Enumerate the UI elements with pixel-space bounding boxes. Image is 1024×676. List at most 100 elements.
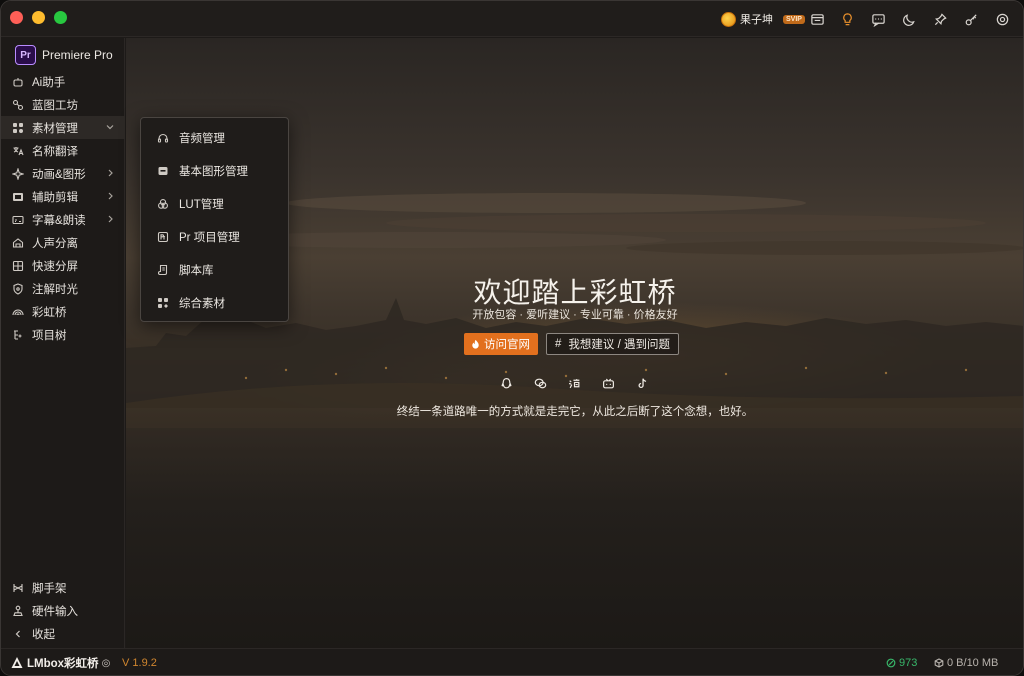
wechat-icon[interactable]	[532, 375, 548, 391]
sidebar-item-label: 字幕&朗读	[32, 214, 86, 227]
sidebar-item-label: Ai助手	[32, 76, 66, 89]
moon-icon[interactable]	[901, 11, 917, 27]
sidebar-item-hardware-input[interactable]: 硬件输入	[1, 599, 125, 622]
sparkle-icon	[12, 167, 24, 180]
brand-name: LMbox彩虹桥	[27, 658, 99, 670]
qq-icon[interactable]	[498, 375, 514, 391]
chevron-down-icon	[105, 121, 115, 133]
rainbow-bridge-logo-icon	[10, 656, 24, 670]
sidebar-item-ai-assistant[interactable]: Ai助手	[1, 70, 125, 93]
sidebar-item-rainbow-bridge[interactable]: 彩虹桥	[1, 300, 125, 323]
key-icon[interactable]	[963, 11, 979, 27]
submenu-item-basic-graphics[interactable]: 基本图形管理	[141, 154, 288, 187]
sidebar-item-name-translate[interactable]: 名称翻译	[1, 139, 125, 162]
store-icon[interactable]	[809, 11, 825, 27]
mixed-grid-icon	[157, 297, 169, 309]
submenu-item-script-library[interactable]: 脚本库	[141, 253, 288, 286]
graphic-icon	[157, 165, 169, 177]
submenu-item-mixed-assets[interactable]: 综合素材	[141, 286, 288, 319]
user-account[interactable]: 果子坤 SVIP	[721, 11, 805, 27]
visit-website-label: 访问官网	[484, 339, 530, 351]
brand[interactable]: LMbox彩虹桥 ◎	[10, 655, 110, 671]
chevron-right-icon	[105, 167, 115, 179]
water-backdrop	[126, 408, 1023, 648]
tiktok-icon[interactable]	[634, 375, 650, 391]
pr-file-icon	[157, 231, 169, 243]
minimize-window-button[interactable]	[32, 11, 45, 24]
sidebar-item-project-tree[interactable]: 项目树	[1, 323, 125, 346]
headphones-icon	[157, 132, 169, 144]
app-switcher[interactable]: Pr Premiere Pro	[15, 45, 113, 65]
sidebar-item-quick-split[interactable]: 快速分屏	[1, 254, 125, 277]
submenu-item-label: 脚本库	[179, 264, 214, 277]
submenu-item-label: 综合素材	[179, 297, 225, 310]
visit-website-button[interactable]: 访问官网	[464, 333, 538, 355]
lightbulb-icon[interactable]	[839, 11, 855, 27]
bilibili-icon[interactable]	[600, 375, 616, 391]
submenu-item-label: 基本图形管理	[179, 165, 248, 178]
sidebar-item-label: 辅助剪辑	[32, 191, 78, 204]
sidebar-item-label: 彩虹桥	[32, 306, 67, 319]
sidebar-item-label: 脚手架	[32, 582, 67, 595]
hero-actions: 访问官网 # 我想建议 / 遇到问题	[464, 333, 679, 355]
sidebar-item-label: 素材管理	[32, 122, 78, 135]
sidebar-item-asset-management[interactable]: 素材管理	[1, 116, 125, 139]
caption-icon	[12, 214, 24, 226]
app-window: 果子坤 SVIP Pr Premiere Pro Ai助手 蓝图工坊 素材管理 …	[0, 0, 1024, 676]
message-icon[interactable]	[870, 11, 886, 27]
storage-usage-value: 0 B/10 MB	[947, 657, 999, 669]
version-label: V 1.9.2	[122, 657, 157, 669]
sidebar-item-scaffold[interactable]: 脚手架	[1, 576, 125, 599]
online-status-icon	[886, 658, 896, 668]
storage-usage: 0 B/10 MB	[934, 657, 998, 669]
sidebar: Pr Premiere Pro Ai助手 蓝图工坊 素材管理 名称翻译 动画&图…	[1, 38, 125, 648]
submenu-item-pr-projects[interactable]: Pr 项目管理	[141, 220, 288, 253]
user-name: 果子坤	[740, 14, 773, 26]
robot-icon	[12, 76, 24, 88]
chevron-right-icon	[105, 213, 115, 225]
feedback-button[interactable]: # 我想建议 / 遇到问题	[546, 333, 679, 355]
flame-icon	[470, 339, 481, 350]
color-circles-icon	[157, 198, 169, 210]
sidebar-item-animation-graphics[interactable]: 动画&图形	[1, 162, 125, 185]
rainbow-icon	[12, 306, 24, 318]
vip-badge: SVIP	[783, 14, 805, 24]
film-icon	[12, 191, 24, 203]
social-links	[498, 375, 650, 391]
sidebar-item-label: 项目树	[32, 329, 67, 342]
sidebar-item-label: 快速分屏	[32, 260, 78, 273]
sidebar-item-assist-edit[interactable]: 辅助剪辑	[1, 185, 125, 208]
pin-icon[interactable]	[932, 11, 948, 27]
sidebar-collapse-button[interactable]: 收起	[1, 622, 125, 645]
sidebar-nav: Ai助手 蓝图工坊 素材管理 名称翻译 动画&图形 辅助剪辑 字幕&朗读 人声分…	[1, 70, 125, 346]
zoom-window-button[interactable]	[54, 11, 67, 24]
shield-icon	[12, 282, 24, 295]
sidebar-item-label: 硬件输入	[32, 605, 78, 618]
storage-box-icon	[934, 658, 944, 668]
status-bar: LMbox彩虹桥 ◎ V 1.9.2 973 0 B/10 MB	[1, 648, 1023, 675]
title-bar: 果子坤 SVIP	[1, 1, 1023, 37]
app-name: Premiere Pro	[42, 48, 113, 62]
sidebar-item-blueprint[interactable]: 蓝图工坊	[1, 93, 125, 116]
taobao-icon[interactable]	[566, 375, 582, 391]
sidebar-item-label: 人声分离	[32, 237, 78, 250]
close-window-button[interactable]	[10, 11, 23, 24]
submenu-item-audio[interactable]: 音频管理	[141, 121, 288, 154]
avatar	[721, 11, 736, 27]
sidebar-bottom-nav: 脚手架 硬件输入 收起	[1, 576, 125, 645]
online-count-value: 973	[899, 657, 918, 669]
tree-icon	[12, 329, 24, 341]
hero-quote: 终结一条道路唯一的方式就是走完它，从此之后断了这个念想，也好。	[396, 406, 754, 418]
premiere-logo-icon: Pr	[15, 45, 36, 65]
asset-management-submenu: 音频管理 基本图形管理 LUT管理 Pr 项目管理 脚本库 综合素材	[140, 117, 289, 322]
blueprint-icon	[12, 99, 24, 111]
house-icon	[12, 237, 24, 249]
sidebar-item-voice-separation[interactable]: 人声分离	[1, 231, 125, 254]
submenu-item-lut[interactable]: LUT管理	[141, 187, 288, 220]
submenu-item-label: 音频管理	[179, 132, 225, 145]
sidebar-item-subtitle-read[interactable]: 字幕&朗读	[1, 208, 125, 231]
sidebar-item-label: 注解时光	[32, 283, 78, 296]
sidebar-item-annotation-time[interactable]: 注解时光	[1, 277, 125, 300]
sidebar-item-label: 名称翻译	[32, 145, 78, 158]
settings-icon[interactable]	[994, 11, 1010, 27]
